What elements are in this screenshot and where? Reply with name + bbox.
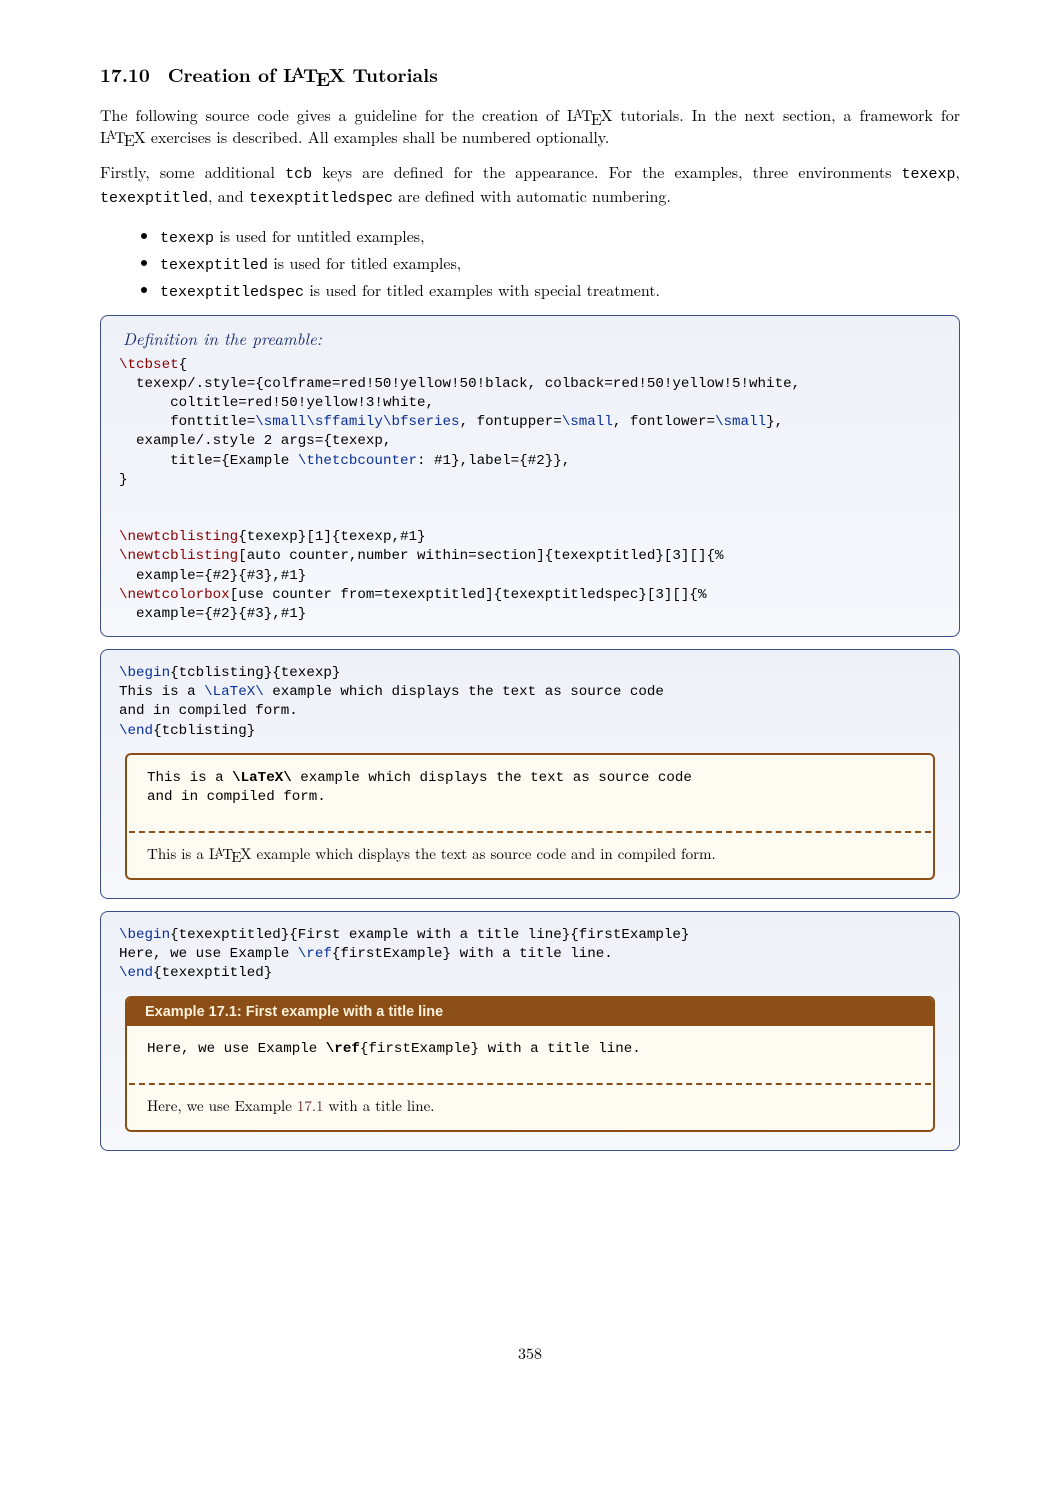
intro-paragraph-1: The following source code gives a guidel… [100,104,960,147]
environment-list: texexp is used for untitled examples, te… [100,224,960,301]
tcblisting-example-box: \begin{tcblisting}{texexp} This is a \La… [100,649,960,899]
code-block: This is a \LaTeX\ example which displays… [147,769,913,807]
example-title-bar: Example 17.1: First example with a title… [127,998,933,1026]
texexp-lower: This is a LATEX example which displays t… [127,833,933,878]
section-heading: 17.10 Creation of LATEX Tutorials [100,60,960,88]
page-number: 358 [100,1341,960,1364]
latex-logo: LATEX [283,60,345,88]
intro-paragraph-2: Firstly, some additional tcb keys are de… [100,161,960,210]
list-item: texexptitledspec is used for titled exam… [160,278,960,301]
code-block: \begin{tcblisting}{texexp} This is a \La… [119,664,941,741]
texexp-lower: Here, we use Example 17.1 with a title l… [127,1085,933,1130]
section-number: 17.10 [100,60,150,88]
texexp-upper: This is a \LaTeX\ example which displays… [127,755,933,831]
texexp-output-box: This is a \LaTeX\ example which displays… [125,753,935,880]
list-item: texexp is used for untitled examples, [160,224,960,247]
latex-logo: LATEX [567,103,613,126]
texexptitled-output-box: Example 17.1: First example with a title… [125,996,935,1132]
code-block: \begin{texexptitled}{First example with … [119,926,941,984]
box-title: Definition in the preamble: [101,326,959,356]
code-block: \tcbset{ texexp/.style={colframe=red!50!… [101,356,959,624]
latex-logo: LATEX [100,125,146,148]
list-item: texexptitled is used for titled examples… [160,251,960,274]
example-ref-link[interactable]: 17.1 [297,1095,324,1116]
section-title-suffix: Tutorials [345,60,438,88]
latex-logo: LATEX [209,843,252,864]
section-title-prefix: Creation of [168,60,283,88]
code-block: Here, we use Example \ref{firstExample} … [147,1040,913,1059]
texexp-upper: Here, we use Example \ref{firstExample} … [127,1026,933,1083]
preamble-definition-box: Definition in the preamble: \tcbset{ tex… [100,315,960,637]
texexptitled-example-box: \begin{texexptitled}{First example with … [100,911,960,1151]
